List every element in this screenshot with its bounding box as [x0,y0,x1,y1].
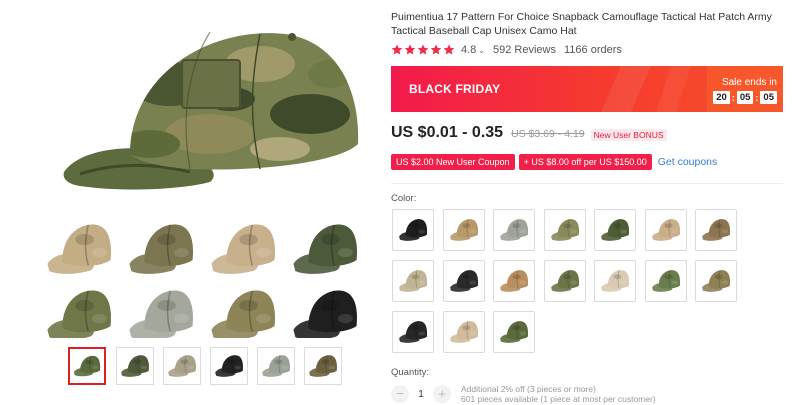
thumbnail-4[interactable] [210,347,248,385]
thumbnail-2[interactable] [116,347,154,385]
sale-countdown: Sale ends in 20 : 05 : 05 [707,66,783,112]
star-rating [391,44,455,56]
rating-value: 4.8 [461,44,477,56]
thumbnail-6[interactable] [304,347,342,385]
rating-row: 4.8 ⌄ 592 Reviews 1166 orders [391,43,622,57]
color-swatch-black[interactable] [392,209,434,251]
black-friday-banner: BLACK FRIDAY Sale ends in 20 : 05 : 05 [391,66,783,112]
thumbnail-5[interactable] [257,347,295,385]
chevron-down-icon[interactable]: ⌄ [478,46,485,55]
variant-preview-grid [40,208,370,340]
quantity-value[interactable]: 1 [409,389,433,400]
color-swatch-desert-digital[interactable] [644,209,687,251]
quantity-info: Additional 2% off (3 pieces or more) 601… [461,384,656,404]
preview-cap-2 [129,224,194,274]
color-swatch-black-patch[interactable] [392,311,434,353]
timer-seconds: 05 [760,91,777,104]
preview-cap-1 [47,224,112,274]
get-coupons-link[interactable]: Get coupons [658,156,718,168]
color-swatch-olive-drab[interactable] [543,260,586,302]
coupon-row: US $2.00 New User Coupon + US $8.00 off … [391,153,717,171]
sale-label: Sale ends in [721,77,777,88]
star-icon [443,44,455,55]
preview-cap-5 [47,290,112,340]
product-gallery [0,0,385,405]
preview-cap-4 [293,224,358,274]
reviews-link[interactable]: 592 Reviews [493,44,556,56]
camo-cap-image [63,31,359,190]
timer-hours: 20 [713,91,730,104]
preview-cap-8 [293,290,358,340]
preview-cap-6 [129,290,194,340]
color-swatch-black-mesh[interactable] [442,260,485,302]
color-swatch-light-desert[interactable] [442,311,485,353]
quantity-label: Quantity: [391,367,430,378]
cap-collection-image [47,224,358,340]
main-product-image[interactable] [60,4,380,200]
star-icon [417,44,429,55]
orders-count: 1166 orders [563,44,622,56]
banner-title: BLACK FRIDAY [409,82,501,96]
decrease-quantity-button[interactable]: − [391,385,409,403]
color-swatch-multicam[interactable] [543,209,586,251]
star-icon [404,44,416,55]
preview-cap-7 [211,290,276,340]
color-swatch-woodland-green[interactable] [594,209,636,251]
color-label: Color: [391,193,417,204]
color-swatch-tan-woodland[interactable] [442,209,485,251]
timer-minutes: 05 [736,91,754,104]
new-user-bonus-badge: New User BONUS [590,129,667,141]
product-title: Puimentiua 17 Pattern For Choice Snapbac… [391,11,772,37]
countdown-timer: 20 : 05 : 05 [713,91,777,104]
original-price: US $3.69 - 4.19 [511,128,585,140]
color-swatch-acu-grey[interactable] [493,209,535,251]
color-swatch-brown-camo[interactable] [695,209,737,251]
color-swatch-khaki-camo[interactable] [392,260,434,302]
thumbnail-strip [66,347,346,389]
store-coupon[interactable]: + US $8.00 off per US $150.00 [518,154,652,170]
price-row: US $0.01 - 0.35 US $3.69 - 4.19 New User… [391,124,667,146]
color-swatch-green-digital[interactable] [644,260,687,302]
availability-text: 601 pieces available (1 piece at most pe… [461,394,656,404]
color-swatch-desert-tan[interactable] [493,260,535,302]
divider [391,183,783,184]
current-price: US $0.01 - 0.35 [391,124,504,141]
quantity-stepper: − 1 + Additional 2% off (3 pieces or mor… [391,384,656,404]
color-swatch-woodland[interactable] [493,311,535,353]
star-icon [430,44,442,55]
preview-cap-3 [211,224,276,274]
color-swatch-sand[interactable] [594,260,636,302]
bulk-discount-text: Additional 2% off (3 pieces or more) [461,384,596,394]
new-user-coupon[interactable]: US $2.00 New User Coupon [391,154,515,170]
thumbnail-3[interactable] [163,347,201,385]
star-icon [391,44,403,55]
increase-quantity-button[interactable]: + [433,385,451,403]
thumbnail-1[interactable] [68,347,106,385]
color-swatch-coyote-camo[interactable] [695,260,737,302]
color-swatches [392,209,752,359]
